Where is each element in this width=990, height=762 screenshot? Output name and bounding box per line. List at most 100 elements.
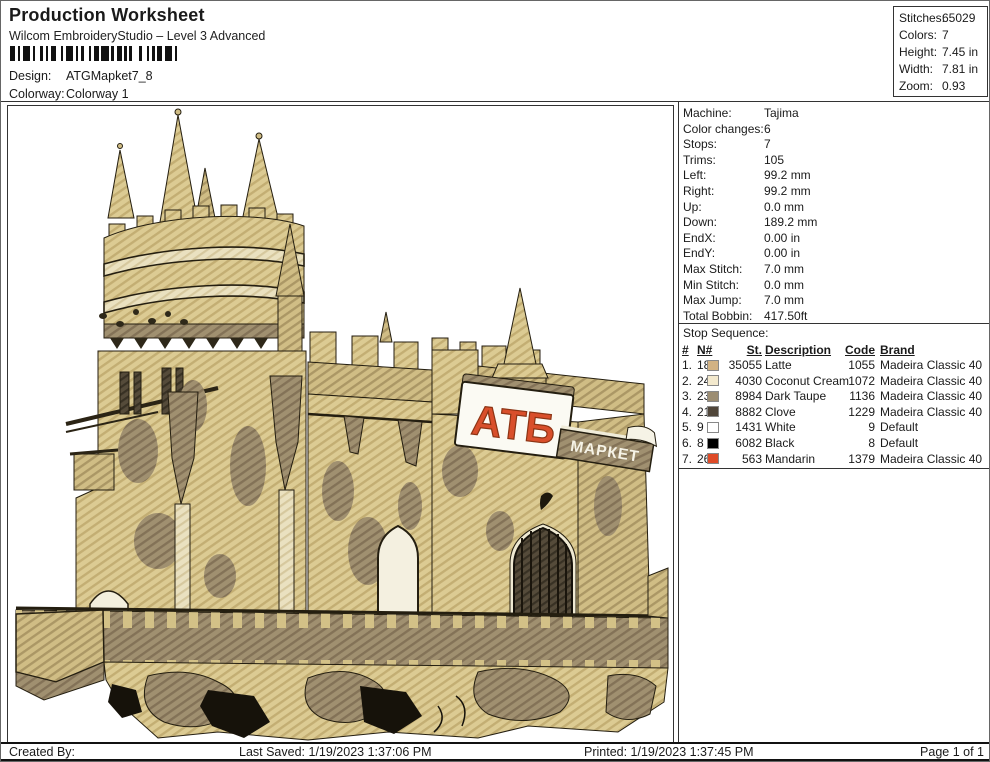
printed-label: Printed: 1/19/2023 1:37:45 PM <box>584 745 754 759</box>
machine-info-value: 105 <box>764 153 784 167</box>
design-preview-canvas: АТБ МАРКЕТ <box>7 105 674 743</box>
row-stitches: 4030 <box>713 374 762 388</box>
last-saved-label: Last Saved: 1/19/2023 1:37:06 PM <box>239 745 432 759</box>
machine-info-row: Down:189.2 mm <box>679 215 989 230</box>
col-code: Code <box>823 343 875 357</box>
stat-label: Zoom: <box>899 79 933 93</box>
row-description: White <box>765 420 796 434</box>
section-divider <box>679 323 989 324</box>
row-stitches: 8984 <box>713 389 762 403</box>
machine-info-value: 0.0 mm <box>764 278 804 292</box>
machine-info-label: Right: <box>683 184 714 198</box>
stat-row: Height:7.45 in <box>894 45 987 62</box>
created-by-label: Created By: <box>9 745 75 759</box>
machine-info-row: Max Jump: 7.0 mm <box>679 293 989 308</box>
design-barcode <box>10 46 183 61</box>
stop-sequence-row: 4.218882Clove1229Madeira Classic 40 <box>679 405 989 420</box>
stat-value: 7 <box>942 28 949 42</box>
castle-rocks <box>104 662 668 740</box>
row-description: Mandarin <box>765 452 815 466</box>
machine-info-label: Min Stitch: <box>683 278 739 292</box>
machine-info-label: Up: <box>683 200 702 214</box>
col-num: # <box>682 343 689 357</box>
machine-info-row: Stops: 7 <box>679 137 989 152</box>
row-code: 1229 <box>823 405 875 419</box>
gothic-arch-window <box>378 526 418 624</box>
machine-info-value: 7.0 mm <box>764 262 804 276</box>
stat-value: 65029 <box>942 11 975 25</box>
row-description: Dark Taupe <box>765 389 826 403</box>
castle-turret <box>99 205 304 349</box>
barcode-bar <box>101 46 109 61</box>
machine-info-value: 0.00 in <box>764 246 800 260</box>
colorway-value: Colorway 1 <box>66 87 129 101</box>
machine-info-value: 6 <box>764 122 771 136</box>
stat-value: 0.93 <box>942 79 965 93</box>
stat-label: Stitches: <box>899 11 945 25</box>
row-num: 1. <box>682 358 692 372</box>
machine-info-row: Up: 0.0 mm <box>679 200 989 215</box>
machine-info-label: Trims: <box>683 153 716 167</box>
page-number: Page 1 of 1 <box>920 745 984 759</box>
atb-sign: АТБ <box>455 374 575 459</box>
machine-info-value: 99.2 mm <box>764 168 811 182</box>
stat-row: Zoom: 0.93 <box>894 79 987 96</box>
row-description: Clove <box>765 405 796 419</box>
page-footer: Created By: Last Saved: 1/19/2023 1:37:0… <box>1 742 990 761</box>
machine-info-value: 7.0 mm <box>764 293 804 307</box>
row-stitches: 1431 <box>713 420 762 434</box>
row-stitches: 8882 <box>713 405 762 419</box>
row-brand: Madeira Classic 40 <box>880 374 982 388</box>
stat-row: Colors:7 <box>894 28 987 45</box>
row-brand: Default <box>880 436 918 450</box>
barcode-bar <box>66 46 74 61</box>
machine-info-value: 7 <box>764 137 771 151</box>
stat-value: 7.81 in <box>942 62 978 76</box>
stat-label: Width: <box>899 62 933 76</box>
row-description: Black <box>765 436 794 450</box>
row-needle: 8 <box>697 436 704 450</box>
machine-info-value: 0.0 mm <box>764 200 804 214</box>
stat-row: Width: 7.81 in <box>894 62 987 79</box>
stop-sequence-row: 5.91431White9Default <box>679 420 989 435</box>
col-description: Description <box>765 343 831 357</box>
barcode-bar <box>132 46 140 61</box>
machine-info-row: Color changes:6 <box>679 122 989 137</box>
machine-info-row: Total Bobbin:417.50ft <box>679 309 989 324</box>
page-title: Production Worksheet <box>9 5 205 26</box>
row-stitches: 563 <box>713 452 762 466</box>
row-code: 9 <box>823 420 875 434</box>
design-row: Design:ATGMapket7_8 <box>9 69 153 83</box>
table-bottom-divider <box>679 468 989 469</box>
machine-info-label: Max Jump: <box>683 293 742 307</box>
row-stitches: 6082 <box>713 436 762 450</box>
row-brand: Madeira Classic 40 <box>880 389 982 403</box>
row-brand: Madeira Classic 40 <box>880 358 982 372</box>
machine-info-panel: Machine:TajimaColor changes:6Stops:7Trim… <box>678 102 989 742</box>
machine-info-label: Stops: <box>683 137 717 151</box>
row-description: Latte <box>765 358 792 372</box>
design-value: ATGMapket7_8 <box>66 69 153 83</box>
row-brand: Madeira Classic 40 <box>880 405 982 419</box>
castle-tower-body <box>66 351 306 622</box>
stop-sequence-row: 6.86082Black8Default <box>679 436 989 451</box>
stop-sequence-title: Stop Sequence: <box>683 326 768 340</box>
machine-info-value: 99.2 mm <box>764 184 811 198</box>
row-needle: 9 <box>697 420 704 434</box>
machine-info-row: Min Stitch: 0.0 mm <box>679 278 989 293</box>
row-code: 1072 <box>823 374 875 388</box>
app-subtitle: Wilcom EmbroideryStudio – Level 3 Advanc… <box>9 29 265 43</box>
row-num: 2. <box>682 374 692 388</box>
row-num: 5. <box>682 420 692 434</box>
stop-sequence-row: 3.238984Dark Taupe1136Madeira Classic 40 <box>679 389 989 404</box>
machine-info-label: Down: <box>683 215 717 229</box>
row-code: 1379 <box>823 452 875 466</box>
machine-info-value: 0.00 in <box>764 231 800 245</box>
colorway-label: Colorway: <box>9 87 66 101</box>
row-code: 1136 <box>823 389 875 403</box>
design-label: Design: <box>9 69 66 83</box>
stop-sequence-row: 2.244030Coconut Cream1072Madeira Classic… <box>679 374 989 389</box>
machine-info-row: Right: 99.2 mm <box>679 184 989 199</box>
design-stats-box: Stitches:65029 Colors:7Height:7.45 inWidt… <box>893 6 988 97</box>
machine-info-value: Tajima <box>764 106 799 120</box>
